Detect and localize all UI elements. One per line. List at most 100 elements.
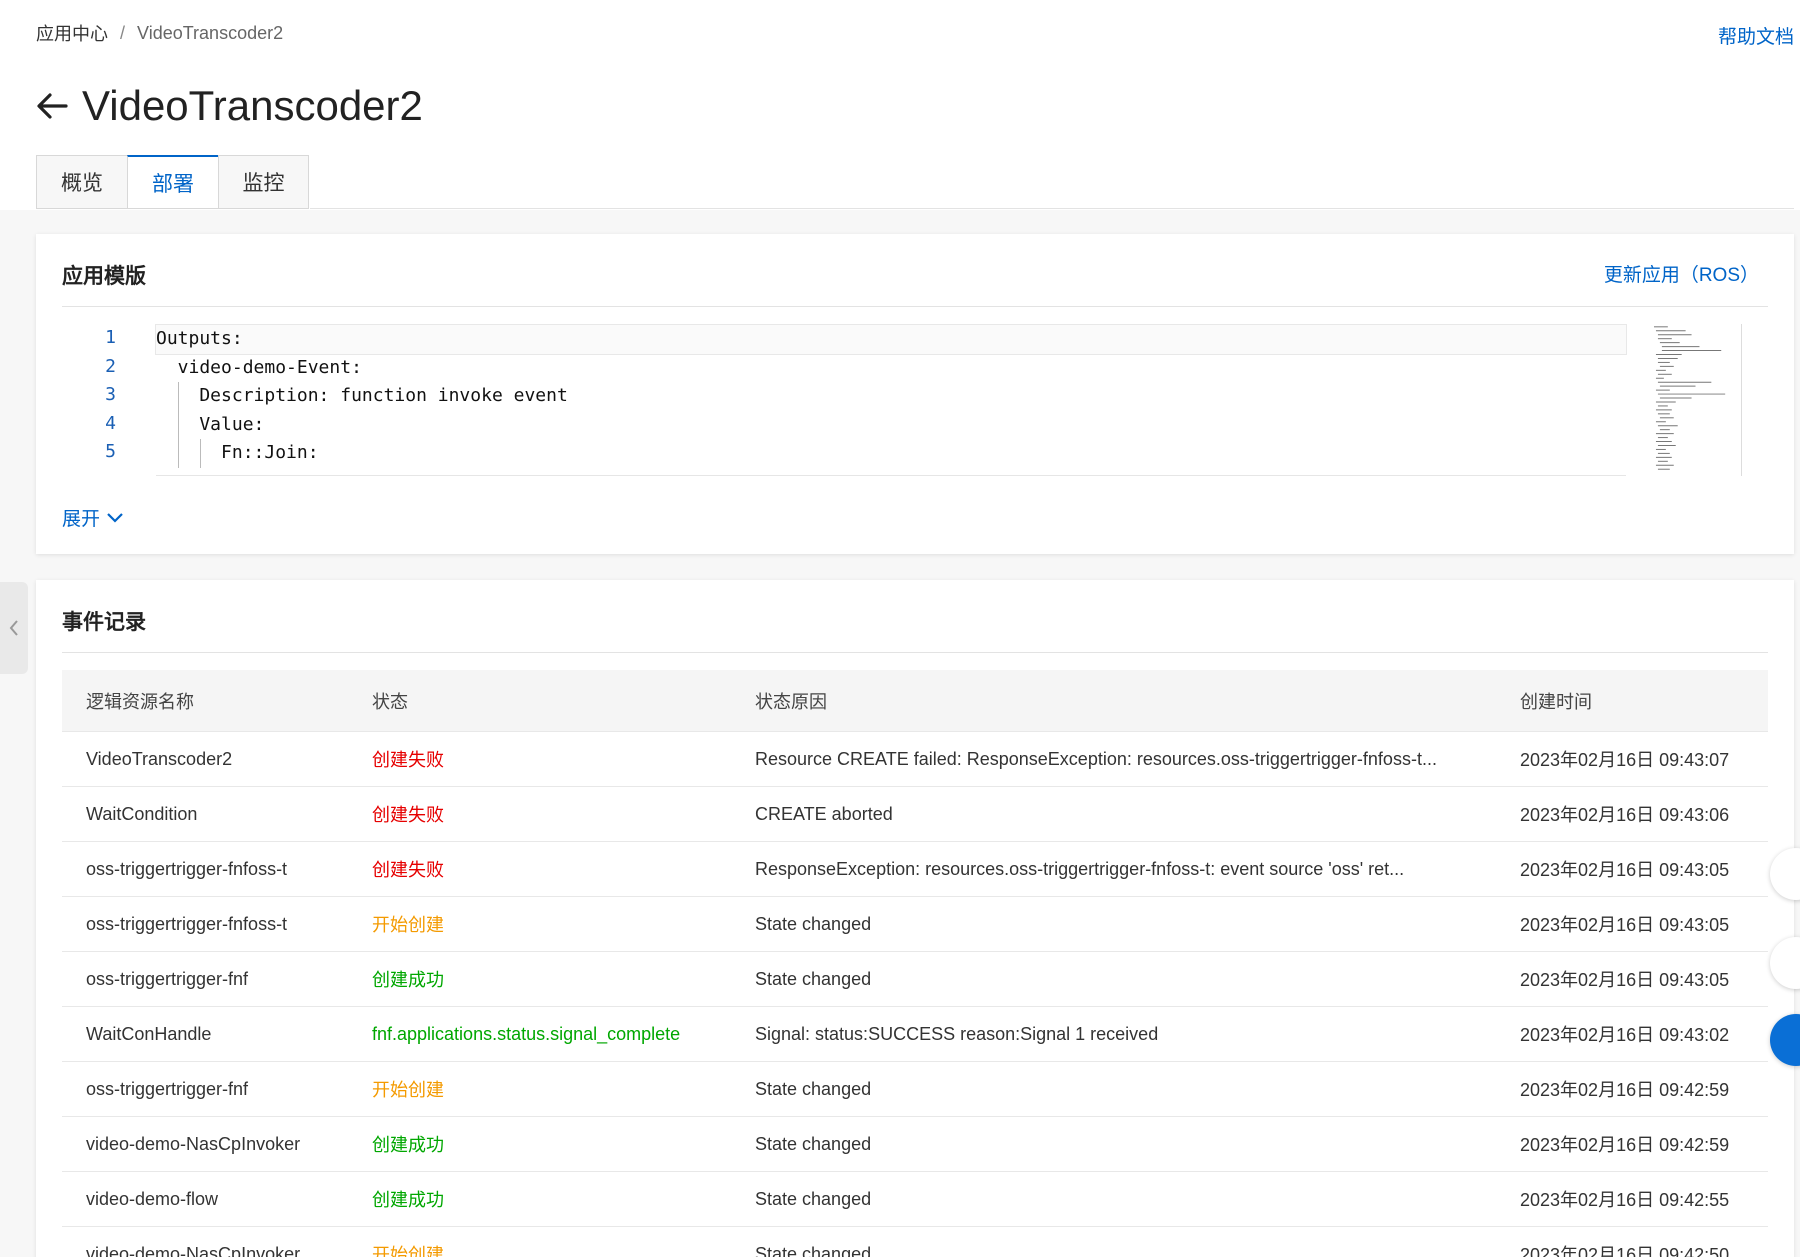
status-cell: 开始创建 (372, 1245, 444, 1257)
events-table: 逻辑资源名称 状态 状态原因 创建时间 VideoTranscoder2 创建失… (62, 670, 1768, 1257)
tab-monitor[interactable]: 监控 (218, 155, 309, 209)
tabs-divider (310, 208, 1794, 209)
template-card-title: 应用模版 (62, 265, 146, 288)
table-row: oss-triggertrigger-fnf 开始创建 State change… (62, 1062, 1768, 1117)
resource-name-cell: oss-triggertrigger-fnfoss-t (86, 858, 288, 879)
breadcrumb: 应用中心 / VideoTranscoder2 (36, 20, 283, 46)
time-cell: 2023年02月16日 09:42:50 (1520, 1245, 1730, 1257)
reason-cell: State changed (755, 1078, 872, 1099)
resource-name-cell: VideoTranscoder2 (86, 748, 233, 769)
help-docs-link[interactable]: 帮助文档 (1718, 22, 1794, 49)
line-number: 3 (105, 384, 116, 405)
card-divider (62, 306, 1768, 307)
indent-guide (200, 439, 201, 468)
code-line: video-demo-Event: (156, 356, 362, 378)
status-cell: 创建失败 (372, 805, 444, 825)
breadcrumb-separator: / (120, 22, 126, 43)
line-number: 2 (105, 355, 116, 377)
time-cell: 2023年02月16日 09:42:59 (1520, 1080, 1730, 1100)
table-row: WaitConHandle fnf.applications.status.si… (62, 1007, 1768, 1062)
time-cell: 2023年02月16日 09:43:06 (1520, 805, 1730, 825)
expand-label: 展开 (62, 509, 101, 530)
table-row: video-demo-flow 创建成功 State changed 2023年… (62, 1172, 1768, 1227)
resource-name-cell: WaitCondition (86, 803, 198, 824)
indent-guide (178, 439, 179, 468)
code-area[interactable]: Outputs: video-demo-Event: Description: … (155, 324, 1627, 476)
table-row: WaitCondition 创建失败 CREATE aborted 2023年0… (62, 787, 1768, 842)
line-number: 5 (105, 441, 116, 462)
chevron-down-icon (107, 512, 123, 523)
status-cell: 开始创建 (372, 1080, 444, 1100)
time-cell: 2023年02月16日 09:42:55 (1520, 1190, 1730, 1210)
table-row: oss-triggertrigger-fnfoss-t 开始创建 State c… (62, 897, 1768, 952)
line-number: 4 (105, 412, 116, 434)
code-editor[interactable]: 1 2 3 4 5 Outputs: video-demo-Event: Des… (62, 324, 1762, 476)
code-line-text: Value: (156, 413, 265, 435)
reason-cell: State changed (755, 968, 872, 989)
chevron-left-icon (9, 620, 18, 636)
resource-name-cell: WaitConHandle (86, 1023, 212, 1044)
resource-name-cell: oss-triggertrigger-fnf (86, 1078, 249, 1099)
table-row: oss-triggertrigger-fnf 创建成功 State change… (62, 952, 1768, 1007)
title-row: VideoTranscoder2 (34, 82, 423, 130)
status-cell: 创建失败 (372, 750, 444, 770)
sidebar-collapse-handle[interactable] (0, 582, 28, 674)
arrow-left-icon[interactable] (34, 88, 70, 124)
time-cell: 2023年02月16日 09:43:05 (1520, 915, 1730, 935)
header-area: 应用中心 / VideoTranscoder2 帮助文档 VideoTransc… (0, 0, 1800, 210)
tab-deploy[interactable]: 部署 (127, 155, 218, 209)
time-cell: 2023年02月16日 09:42:59 (1520, 1135, 1730, 1155)
resource-name-cell: oss-triggertrigger-fnf (86, 968, 249, 989)
table-header: 逻辑资源名称 状态 状态原因 创建时间 (62, 670, 1768, 732)
table-row: oss-triggertrigger-fnfoss-t 创建失败 Respons… (62, 842, 1768, 897)
reason-cell: State changed (755, 1188, 872, 1209)
code-line: Fn::Join: (156, 439, 1626, 468)
reason-cell: Resource CREATE failed: ResponseExceptio… (755, 748, 1437, 769)
page-title: VideoTranscoder2 (82, 82, 423, 129)
column-header-resource-name: 逻辑资源名称 (86, 691, 194, 712)
indent-guide (178, 410, 179, 439)
resource-name-cell: oss-triggertrigger-fnfoss-t (86, 913, 288, 934)
events-card: 事件记录 逻辑资源名称 状态 状态原因 创建时间 VideoTranscoder… (36, 580, 1794, 1257)
code-line-text: Description: function invoke event (156, 385, 568, 406)
code-minimap[interactable] (1652, 324, 1742, 476)
breadcrumb-current: VideoTranscoder2 (137, 22, 284, 43)
events-card-title: 事件记录 (62, 611, 146, 634)
line-number-gutter: 1 2 3 4 5 (62, 324, 122, 467)
resource-name-cell: video-demo-flow (86, 1188, 219, 1209)
status-cell: 创建失败 (372, 860, 444, 880)
code-line: Value: (156, 410, 1626, 439)
card-divider (62, 652, 1768, 653)
time-cell: 2023年02月16日 09:43:07 (1520, 750, 1730, 770)
column-header-reason: 状态原因 (755, 691, 827, 712)
page: 应用中心 / VideoTranscoder2 帮助文档 VideoTransc… (0, 0, 1800, 1257)
update-app-ros-link[interactable]: 更新应用（ROS） (1604, 260, 1759, 287)
time-cell: 2023年02月16日 09:43:05 (1520, 860, 1730, 880)
reason-cell: State changed (755, 1133, 872, 1154)
status-cell: 创建成功 (372, 1135, 444, 1155)
resource-name-cell: video-demo-NasCpInvoker (86, 1133, 301, 1154)
column-header-status: 状态 (372, 691, 408, 712)
time-cell: 2023年02月16日 09:43:05 (1520, 970, 1730, 990)
column-header-time: 创建时间 (1520, 691, 1592, 712)
table-row: video-demo-NasCpInvoker 开始创建 State chang… (62, 1227, 1768, 1257)
time-cell: 2023年02月16日 09:43:02 (1520, 1025, 1730, 1045)
code-line: Outputs: (155, 324, 1627, 355)
breadcrumb-root[interactable]: 应用中心 (36, 20, 108, 46)
code-line: Description: function invoke event (156, 382, 1626, 411)
table-row: video-demo-NasCpInvoker 创建成功 State chang… (62, 1117, 1768, 1172)
reason-cell: Signal: status:SUCCESS reason:Signal 1 r… (755, 1023, 1159, 1044)
reason-cell: ResponseException: resources.oss-trigger… (755, 858, 1405, 879)
line-number: 1 (105, 327, 116, 348)
table-row: VideoTranscoder2 创建失败 Resource CREATE fa… (62, 732, 1768, 787)
status-cell: fnf.applications.status.signal_complete (372, 1023, 681, 1044)
reason-cell: State changed (755, 1243, 872, 1257)
tab-bar: 概览 部署 监控 (36, 155, 309, 209)
reason-cell: State changed (755, 913, 872, 934)
code-line-text: Fn::Join: (156, 442, 319, 463)
template-card: 应用模版 更新应用（ROS） 1 2 3 4 5 Outputs: video-… (36, 234, 1794, 554)
tab-overview[interactable]: 概览 (36, 155, 127, 209)
status-cell: 创建成功 (372, 970, 444, 990)
indent-guide (178, 382, 179, 411)
expand-link[interactable]: 展开 (62, 504, 124, 531)
